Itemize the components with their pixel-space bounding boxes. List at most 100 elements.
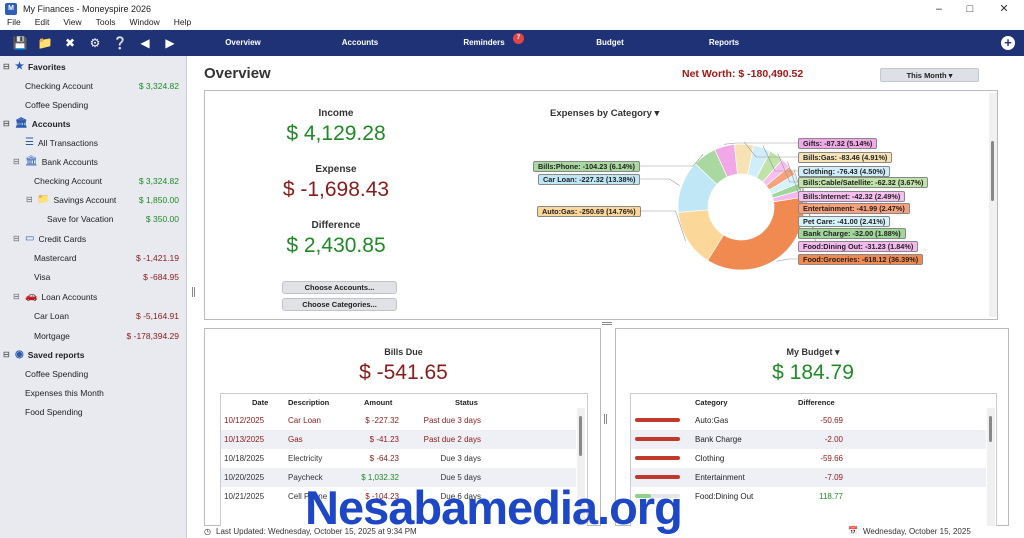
menu-window[interactable]: Window: [122, 17, 166, 30]
sidebar-loan-accounts[interactable]: ⊟ 🚗 Loan Accounts: [0, 287, 187, 306]
table-row[interactable]: 10/12/2025 Car Loan $ -227.32 Past due 3 da…: [221, 411, 576, 430]
cell-difference: -7.09: [824, 473, 843, 482]
collapse-icon[interactable]: ⊟: [13, 292, 21, 301]
collapse-icon[interactable]: ⊟: [26, 195, 34, 204]
app-icon: M: [5, 2, 17, 15]
budget-table: Category Difference Auto:Gas -50.69 Bank C…: [630, 393, 997, 527]
folder-icon[interactable]: 📁: [34, 34, 56, 52]
col-date-header[interactable]: Date: [252, 398, 268, 407]
tab-reports[interactable]: Reports: [684, 30, 764, 56]
tab-budget[interactable]: Budget: [570, 30, 650, 56]
period-dropdown[interactable]: This Month ▾: [880, 68, 979, 82]
sidebar-label: Save for Vacation: [47, 213, 114, 224]
sidebar-label: Accounts: [31, 118, 71, 129]
menu-view[interactable]: View: [56, 17, 88, 30]
menu-file[interactable]: File: [0, 17, 28, 30]
tab-accounts[interactable]: Accounts: [320, 30, 400, 56]
table-row[interactable]: Clothing -59.66: [631, 449, 986, 468]
maximize-button[interactable]: □: [955, 0, 985, 17]
cell-category: Entertainment: [695, 473, 745, 482]
sidebar-item-report-expenses[interactable]: Expenses this Month: [0, 383, 187, 402]
legend-label: Bills:Cable/Satellite: -62.32 (3.67%): [798, 177, 929, 188]
cell-desc: Electricity: [288, 454, 323, 463]
col-status-header[interactable]: Status: [455, 398, 478, 407]
tools-icon[interactable]: ✖: [59, 34, 81, 52]
tab-overview[interactable]: Overview: [203, 30, 283, 56]
menu-help[interactable]: Help: [167, 17, 198, 30]
overview-scrollbar[interactable]: [989, 93, 997, 317]
collapse-icon[interactable]: ⊟: [3, 62, 11, 71]
sidebar-item-fav-checking[interactable]: Checking Account $ 3,324.82: [0, 76, 187, 95]
scroll-thumb[interactable]: [579, 416, 582, 456]
account-balance: $ -1,421.19: [135, 252, 179, 263]
scroll-thumb[interactable]: [989, 416, 992, 442]
sidebar: ⊟ ★ Favorites Checking Account $ 3,324.82 C…: [0, 56, 187, 538]
sidebar-label: Food Spending: [25, 406, 83, 417]
legend-label: Bills:Phone: -104.23 (6.14%): [533, 161, 640, 172]
net-worth: Net Worth: $ -180,490.52: [682, 68, 804, 80]
table-row[interactable]: Bank Charge -2.00: [631, 430, 986, 449]
col-description-header[interactable]: Description: [288, 398, 329, 407]
sidebar-bank-accounts[interactable]: ⊟ 🏛 Bank Accounts: [0, 152, 187, 171]
budget-scrollbar[interactable]: [987, 408, 995, 526]
collapse-icon[interactable]: ⊟: [13, 234, 21, 243]
account-balance: $ -5,164.91: [135, 310, 179, 321]
collapse-icon[interactable]: ⊟: [3, 350, 11, 359]
menu-tools[interactable]: Tools: [89, 17, 123, 30]
budget-title[interactable]: My Budget ▾: [616, 347, 1010, 358]
back-icon[interactable]: ◀: [134, 34, 156, 52]
sidebar-label: Expenses this Month: [25, 387, 104, 398]
sidebar-item-vacation[interactable]: Save for Vacation $ 350.00: [0, 209, 187, 228]
sidebar-item-mastercard[interactable]: Mastercard $ -1,421.19: [0, 248, 187, 267]
sidebar-label: Loan Accounts: [41, 291, 98, 302]
col-category-header[interactable]: Category: [695, 398, 728, 407]
table-row[interactable]: Entertainment -7.09: [631, 468, 986, 487]
sidebar-item-checking[interactable]: Checking Account $ 3,324.82: [0, 171, 187, 190]
menu-edit[interactable]: Edit: [28, 17, 57, 30]
sidebar-favorites[interactable]: ⊟ ★ Favorites: [0, 57, 187, 76]
col-difference-header[interactable]: Difference: [798, 398, 835, 407]
sidebar-accounts[interactable]: ⊟ 🏛 Accounts: [0, 114, 187, 133]
reminders-badge: 7: [513, 33, 524, 44]
table-header: Date Description Amount Status: [221, 394, 581, 411]
forward-icon[interactable]: ▶: [159, 34, 181, 52]
save-icon[interactable]: 💾: [9, 34, 31, 52]
gear-icon[interactable]: ⚙: [84, 34, 106, 52]
sidebar-item-mortgage[interactable]: Mortgage $ -178,394.29: [0, 326, 187, 345]
scroll-thumb[interactable]: [991, 141, 994, 201]
sidebar-item-report-coffee[interactable]: Coffee Spending: [0, 364, 187, 383]
tab-reminders[interactable]: Reminders 7: [444, 30, 524, 56]
add-icon[interactable]: +: [1001, 36, 1015, 50]
table-row[interactable]: Auto:Gas -50.69: [631, 411, 986, 430]
close-button[interactable]: ✕: [989, 0, 1019, 17]
sidebar-item-all-transactions[interactable]: ☰ All Transactions: [0, 133, 187, 152]
bank-icon: 🏛: [15, 118, 28, 129]
credit-card-icon: ▭: [25, 233, 35, 244]
sidebar-saved-reports[interactable]: ⊟ ◉ Saved reports: [0, 345, 187, 364]
budget-progress-bar: [635, 456, 680, 460]
sidebar-label: Savings Account: [53, 194, 117, 205]
panel-splitter-vertical[interactable]: [604, 414, 607, 424]
sidebar-label: Coffee Spending: [25, 99, 89, 110]
help-icon[interactable]: ❔: [109, 34, 131, 52]
collapse-icon[interactable]: ⊟: [13, 157, 21, 166]
panel-splitter[interactable]: [602, 322, 612, 325]
legend-label: Pet Care: -41.00 (2.41%): [798, 216, 891, 227]
sidebar-item-visa[interactable]: Visa $ -684.95: [0, 267, 187, 286]
overview-panel: Income $ 4,129.28 Expense $ -1,698.43 Di…: [204, 90, 998, 320]
minimize-button[interactable]: –: [924, 0, 954, 17]
sidebar-item-car-loan[interactable]: Car Loan $ -5,164.91: [0, 306, 187, 325]
sidebar-credit-cards[interactable]: ⊟ ▭ Credit Cards: [0, 229, 187, 248]
legend-label: Car Loan: -227.32 (13.38%): [538, 174, 641, 185]
table-row[interactable]: Food:Dining Out 118.77: [631, 487, 986, 506]
star-icon: ★: [15, 61, 24, 72]
sidebar-item-report-food[interactable]: Food Spending: [0, 402, 187, 421]
table-row[interactable]: 10/13/2025 Gas $ -41.23 Past due 2 days: [221, 430, 576, 449]
table-row[interactable]: 10/18/2025 Electricity $ -64.23 Due 3 days: [221, 449, 576, 468]
collapse-icon[interactable]: ⊟: [3, 119, 11, 128]
sidebar-item-savings[interactable]: ⊟ 📁 Savings Account $ 1,850.00: [0, 190, 187, 209]
sidebar-item-fav-coffee[interactable]: Coffee Spending: [0, 95, 187, 114]
cell-amount: $ -64.23: [369, 454, 399, 463]
col-amount-header[interactable]: Amount: [364, 398, 392, 407]
account-balance: $ -178,394.29: [126, 330, 179, 341]
